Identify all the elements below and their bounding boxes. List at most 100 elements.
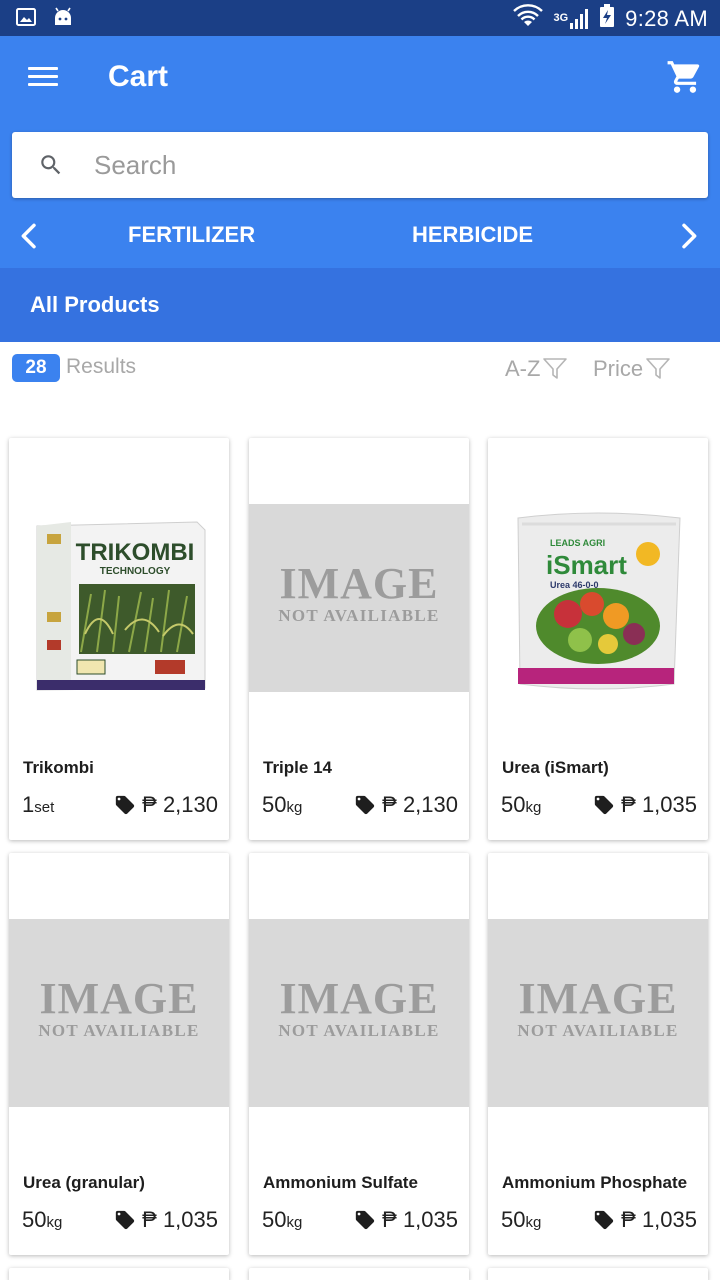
product-name: Urea (iSmart)	[502, 758, 609, 777]
chevron-right-icon	[682, 223, 697, 249]
price-value: ₱ 1,035	[142, 1207, 218, 1232]
product-image: IMAGE NOT AVAILIABLE	[9, 919, 229, 1107]
image-not-available-placeholder: IMAGE NOT AVAILIABLE	[249, 919, 469, 1107]
product-image: TRIKOMBI TECHNOLOGY	[9, 504, 229, 692]
product-price: ₱ 2,130	[114, 792, 218, 818]
quantity-unit: kg	[286, 1214, 303, 1231]
quantity-unit: kg	[525, 799, 542, 816]
product-quantity: 50kg	[501, 1207, 541, 1233]
sort-az-label: A-Z	[505, 356, 541, 381]
battery-icon	[599, 4, 615, 33]
product-image: LEADS AGRI iSmart Urea 46-0-0	[488, 504, 708, 692]
quantity-value: 50	[501, 1207, 526, 1232]
placeholder-line1: IMAGE	[279, 974, 439, 1023]
menu-icon	[28, 67, 58, 70]
results-bar: 28 Results A-Z Price	[0, 342, 720, 432]
tab-fertilizer[interactable]: FERTILIZER	[128, 222, 255, 248]
shopping-cart-icon	[667, 61, 700, 93]
quantity-value: 50	[501, 792, 526, 817]
sort-az-button[interactable]: A-Z	[505, 356, 568, 382]
image-not-available-placeholder: IMAGE NOT AVAILIABLE	[249, 504, 469, 692]
page-title: Cart	[108, 60, 169, 93]
quantity-unit: kg	[46, 1214, 63, 1231]
product-card[interactable]: IMAGE NOT AVAILIABLE Triple 14 50kg ₱ 2,…	[249, 438, 469, 840]
search-icon	[38, 152, 64, 183]
price-tag-icon	[594, 1210, 614, 1230]
placeholder-line1: IMAGE	[39, 974, 199, 1023]
quantity-unit: kg	[525, 1214, 542, 1231]
sort-price-button[interactable]: Price	[593, 356, 671, 382]
placeholder-line2: NOT AVAILIABLE	[517, 1021, 679, 1040]
product-card[interactable]: IMAGE NOT AVAILIABLE Urea (granular) 50k…	[9, 853, 229, 1255]
product-card[interactable]: IMAGE NOT AVAILIABLE Ammonium Phosphate …	[488, 853, 708, 1255]
product-card[interactable]	[249, 1268, 469, 1280]
svg-text:LEADS AGRI: LEADS AGRI	[550, 538, 605, 548]
menu-icon-line	[28, 75, 58, 78]
product-quantity: 1set	[22, 792, 54, 818]
price-value: ₱ 2,130	[142, 792, 218, 817]
ismart-brand-text: iSmart	[546, 550, 627, 580]
quantity-unit: set	[34, 799, 55, 816]
product-card[interactable]: LEADS AGRI iSmart Urea 46-0-0 Urea (iSma…	[488, 438, 708, 840]
results-label: Results	[66, 355, 137, 378]
product-card[interactable]	[488, 1268, 708, 1280]
trikombi-box-image: TRIKOMBI TECHNOLOGY	[36, 521, 206, 691]
price-tag-icon	[115, 1210, 135, 1230]
product-quantity: 50kg	[501, 792, 541, 818]
quantity-value: 50	[262, 1207, 287, 1232]
category-tabs: FERTILIZER HERBICIDE	[0, 204, 720, 268]
product-price: ₱ 1,035	[593, 1207, 697, 1233]
search-input[interactable]	[94, 142, 684, 188]
product-quantity: 50kg	[262, 1207, 302, 1233]
cart-button[interactable]	[666, 58, 706, 98]
chevron-left-icon	[21, 223, 36, 249]
product-image: IMAGE NOT AVAILIABLE	[249, 504, 469, 692]
product-name: Ammonium Phosphate	[502, 1173, 688, 1192]
price-value: ₱ 1,035	[382, 1207, 458, 1232]
placeholder-line2: NOT AVAILIABLE	[278, 606, 440, 625]
product-quantity: 50kg	[262, 792, 302, 818]
sort-price-label: Price	[593, 356, 644, 381]
product-name: Trikombi	[23, 758, 94, 777]
product-card[interactable]: TRIKOMBI TECHNOLOGY Trikombi 1set ₱ 2,13…	[9, 438, 229, 840]
menu-button[interactable]	[28, 62, 68, 94]
image-not-available-placeholder: IMAGE NOT AVAILIABLE	[488, 919, 708, 1107]
android-icon	[52, 7, 74, 32]
search-band	[0, 120, 720, 204]
product-quantity: 50kg	[22, 1207, 62, 1233]
price-value: ₱ 2,130	[382, 792, 458, 817]
price-tag-icon	[594, 795, 614, 815]
product-name: Triple 14	[263, 758, 332, 777]
price-tag-icon	[355, 1210, 375, 1230]
product-price: ₱ 2,130	[354, 792, 458, 818]
tab-herbicide[interactable]: HERBICIDE	[412, 222, 533, 248]
signal-icon: 3G	[553, 8, 589, 30]
price-value: ₱ 1,035	[621, 1207, 697, 1232]
app-bar: Cart	[0, 36, 720, 120]
tabs-prev-button[interactable]	[14, 220, 46, 252]
trikombi-sub-text: TECHNOLOGY	[100, 566, 171, 577]
trikombi-brand-text: TRIKOMBI	[76, 539, 195, 566]
product-price: ₱ 1,035	[354, 1207, 458, 1233]
tabs-next-button[interactable]	[672, 220, 704, 252]
price-tag-icon	[115, 795, 135, 815]
price-value: ₱ 1,035	[621, 792, 697, 817]
results-count-badge: 28	[12, 354, 60, 382]
filter-icon	[646, 358, 670, 379]
subheader: All Products	[0, 268, 720, 342]
ismart-bag-image: LEADS AGRI iSmart Urea 46-0-0	[517, 512, 681, 690]
gallery-icon	[16, 7, 36, 32]
product-price: ₱ 1,035	[593, 792, 697, 818]
quantity-value: 1	[22, 792, 35, 817]
price-tag-icon	[355, 795, 375, 815]
search-box[interactable]	[12, 132, 708, 198]
product-card[interactable]: IMAGE NOT AVAILIABLE Ammonium Sulfate 50…	[249, 853, 469, 1255]
all-products-link[interactable]: All Products	[30, 292, 160, 318]
product-name: Ammonium Sulfate	[263, 1173, 418, 1192]
menu-icon-line	[28, 83, 58, 86]
quantity-value: 50	[262, 792, 287, 817]
product-image: IMAGE NOT AVAILIABLE	[488, 919, 708, 1107]
placeholder-line1: IMAGE	[518, 974, 678, 1023]
product-price: ₱ 1,035	[114, 1207, 218, 1233]
product-card[interactable]	[9, 1268, 229, 1280]
